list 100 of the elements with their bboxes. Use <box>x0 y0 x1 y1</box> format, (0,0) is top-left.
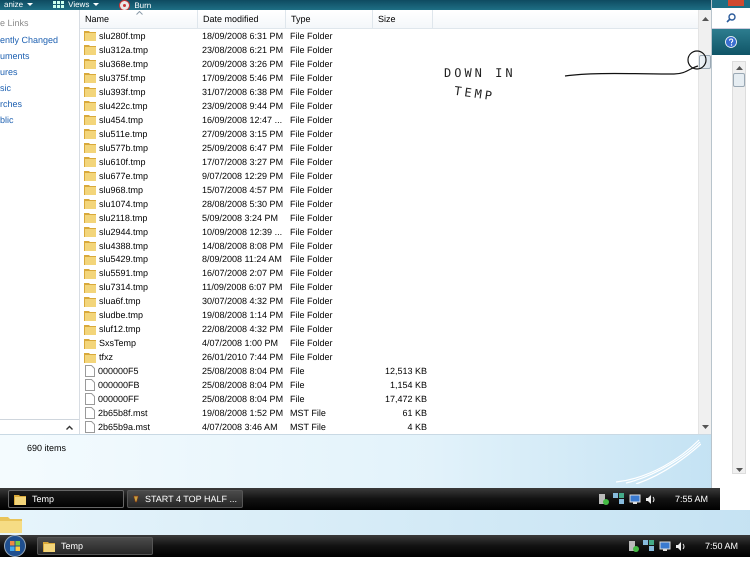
file-type: File Folder <box>290 100 333 111</box>
file-name[interactable]: 000000FF <box>98 394 140 404</box>
file-name[interactable]: slu368e.tmp <box>99 58 148 69</box>
toolbar-button[interactable]: anize <box>2 0 36 9</box>
file-type: File Folder <box>290 170 333 181</box>
file-name[interactable]: slu968.tmp <box>99 184 144 195</box>
file-name[interactable]: slu422c.tmp <box>99 100 148 111</box>
file-name[interactable]: slu280f.tmp <box>99 30 146 41</box>
folder-icon <box>84 114 96 126</box>
column-header[interactable]: Name <box>80 10 198 28</box>
file-icon <box>84 379 95 392</box>
file-name[interactable]: 2b65b8f.mst <box>98 408 148 418</box>
column-header[interactable]: Date modified <box>198 10 286 28</box>
chevron-up-icon <box>66 424 73 430</box>
file-type: File Folder <box>290 352 333 362</box>
folder-icon <box>84 338 96 349</box>
folder-icon <box>84 212 96 224</box>
folder-icon <box>84 170 96 182</box>
clock[interactable]: 7:50 AM <box>704 541 738 551</box>
file-type: File <box>290 366 305 376</box>
date-modified: 25/08/2008 8:04 PM <box>202 366 284 376</box>
help-icon <box>725 36 738 48</box>
date-modified: 25/09/2008 6:47 PM <box>202 142 284 153</box>
file-type: File Folder <box>290 226 333 237</box>
file-type: File Folder <box>290 30 333 41</box>
taskbar-button[interactable]: Temp <box>8 490 124 508</box>
file-type: File Folder <box>290 268 333 278</box>
file-type: File Folder <box>290 282 333 292</box>
file-name[interactable]: slu5591.tmp <box>99 268 148 278</box>
folder-icon <box>84 100 96 112</box>
folder-icon <box>84 86 96 98</box>
scrollbar[interactable] <box>698 10 712 434</box>
file-name[interactable]: slu312a.tmp <box>99 44 148 55</box>
date-modified: 15/07/2008 4:57 PM <box>202 184 284 195</box>
date-modified: 28/08/2008 5:30 PM <box>202 198 284 209</box>
toolbar-button[interactable]: Burn <box>117 0 154 10</box>
file-name[interactable]: slu677e.tmp <box>99 170 148 181</box>
date-modified: 16/07/2008 2:07 PM <box>202 268 284 278</box>
file-type: File Folder <box>290 142 333 153</box>
file-name[interactable]: SxsTemp <box>99 338 136 348</box>
file-name[interactable]: sludbe.tmp <box>99 310 144 320</box>
file-name[interactable]: slu2944.tmp <box>99 226 148 237</box>
nav-link[interactable]: rches <box>0 98 22 114</box>
item-count: 690 items <box>27 443 66 455</box>
taskbar-button[interactable]: Temp <box>37 537 153 555</box>
file-name[interactable]: slu1074.tmp <box>99 198 148 209</box>
speaker-icon <box>644 494 656 504</box>
folder-icon <box>84 352 96 363</box>
folder-icon <box>84 30 96 42</box>
nav-link[interactable]: ently Changed <box>0 34 58 50</box>
column-header[interactable]: Type <box>286 10 373 28</box>
network-icon <box>612 493 625 505</box>
nav-link[interactable]: ures <box>0 66 18 82</box>
file-type: File Folder <box>290 338 333 348</box>
scrollbar-thumb[interactable] <box>733 73 745 87</box>
date-modified: 8/09/2008 11:24 AM <box>202 254 282 264</box>
file-name[interactable]: slu511e.tmp <box>99 128 148 139</box>
nav-link[interactable]: blic <box>0 114 14 130</box>
file-name[interactable]: tfxz <box>99 352 114 362</box>
search-icon <box>726 13 736 23</box>
date-modified: 22/08/2008 4:32 PM <box>202 324 284 334</box>
folder-icon <box>84 156 96 168</box>
file-name[interactable]: 2b65b9a.mst <box>98 422 150 432</box>
file-type: File Folder <box>290 86 333 97</box>
file-type: File Folder <box>290 296 333 306</box>
file-name[interactable]: 000000FB <box>98 380 140 390</box>
file-name[interactable]: slu7314.tmp <box>99 282 148 292</box>
scrollbar[interactable] <box>732 61 746 474</box>
file-name[interactable]: slu375f.tmp <box>99 72 146 83</box>
clock[interactable]: 7:55 AM <box>674 494 708 504</box>
file-type: File Folder <box>290 58 333 69</box>
date-modified: 9/07/2008 12:29 PM <box>202 170 284 181</box>
views-icon <box>53 0 64 8</box>
file-icon <box>84 407 95 420</box>
file-name[interactable]: 000000F5 <box>98 366 139 376</box>
nav-link[interactable]: sic <box>0 82 11 98</box>
folder-icon <box>84 142 96 154</box>
column-header[interactable]: Size <box>373 10 433 28</box>
file-name[interactable]: slu4388.tmp <box>99 240 148 251</box>
date-modified: 19/08/2008 1:52 PM <box>202 408 284 418</box>
nav-link[interactable]: uments <box>0 50 30 66</box>
file-name[interactable]: slu577b.tmp <box>99 142 148 153</box>
file-name[interactable]: slua6f.tmp <box>99 296 141 306</box>
folder-icon <box>84 240 96 252</box>
file-name[interactable]: slu5429.tmp <box>99 254 148 264</box>
file-type: File Folder <box>290 324 333 334</box>
date-modified: 26/01/2010 7:44 PM <box>202 352 284 362</box>
toolbar-button[interactable]: Views <box>51 0 102 9</box>
file-name[interactable]: slu2118.tmp <box>99 212 148 223</box>
file-size: 12,513 KB <box>384 366 427 376</box>
file-name[interactable]: slu393f.tmp <box>99 86 146 97</box>
file-type: File Folder <box>290 44 333 55</box>
start-orb-icon[interactable] <box>4 535 26 557</box>
file-name[interactable]: slu610f.tmp <box>99 156 146 167</box>
app-icon <box>133 493 139 505</box>
file-name[interactable]: slu454.tmp <box>99 114 144 125</box>
file-name[interactable]: sluf12.tmp <box>99 324 141 334</box>
folder-icon <box>84 268 96 279</box>
taskbar-button[interactable]: START 4 TOP HALF ... <box>127 490 243 508</box>
file-type: File <box>290 380 305 390</box>
